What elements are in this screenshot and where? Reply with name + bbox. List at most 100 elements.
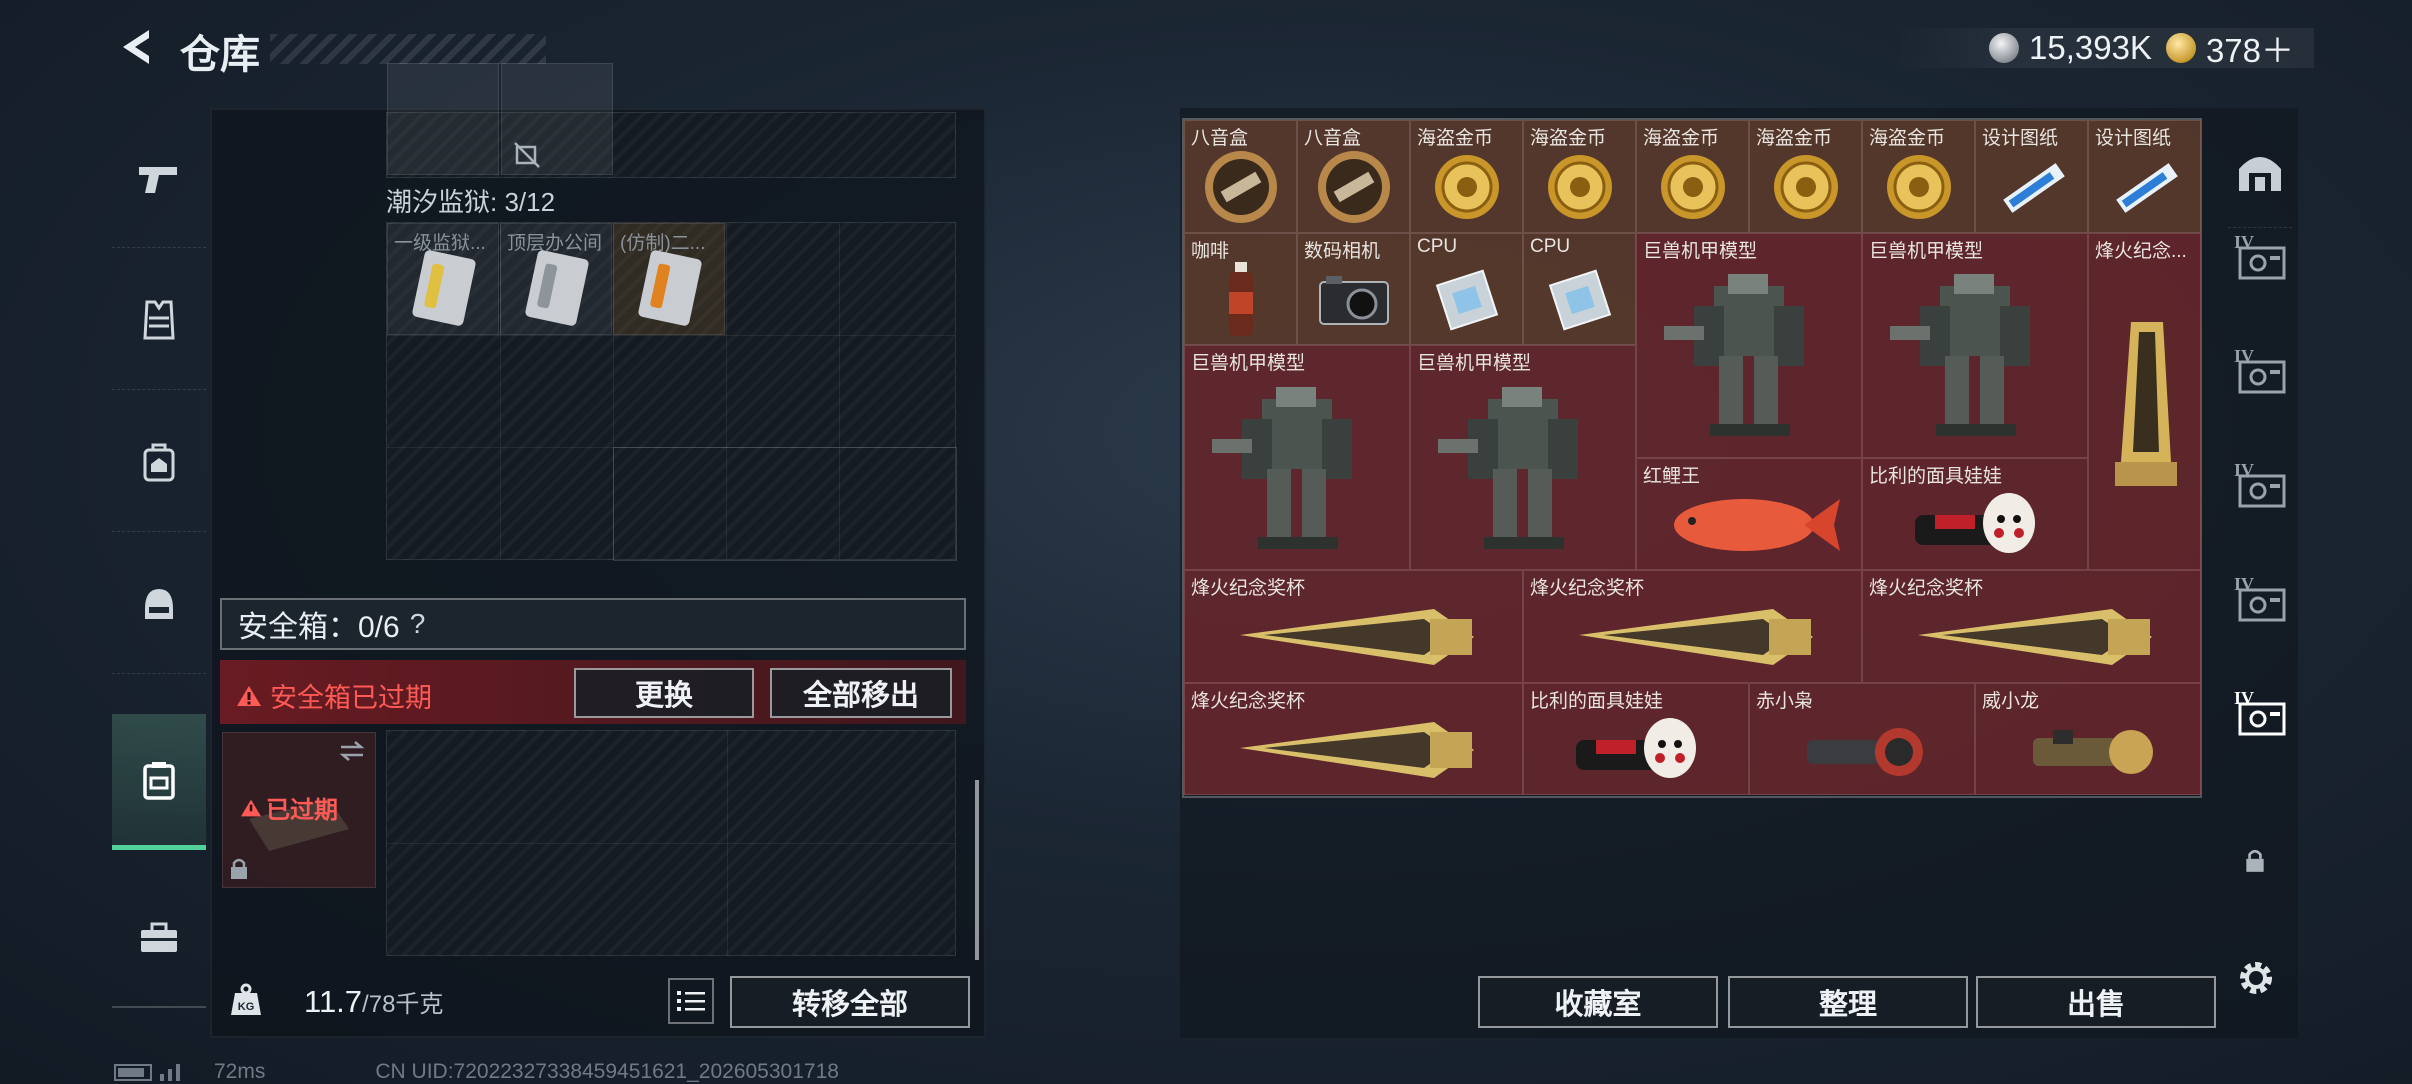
carry-weight: 11.7/78千克: [304, 984, 444, 1019]
stash-item-coffee[interactable]: 咖啡: [1184, 232, 1297, 345]
stash-page-1-tab[interactable]: IV: [2232, 230, 2292, 290]
stash-page-2-tab[interactable]: IV: [2232, 344, 2292, 404]
safebox-help-icon[interactable]: ?: [410, 608, 426, 640]
stash-item-coin[interactable]: 海盗金币: [1862, 120, 1975, 233]
keycard-item[interactable]: (仿制)二...: [613, 223, 725, 335]
fish-icon: [1637, 481, 1861, 570]
swap-icon: [339, 741, 365, 761]
backpack-icon: [143, 443, 175, 481]
container-item[interactable]: [387, 63, 499, 175]
cpu-icon: [1524, 256, 1635, 345]
list-icon: [677, 991, 705, 1011]
stash-item-trophy-h[interactable]: 烽火纪念奖杯: [1184, 570, 1523, 683]
stash-item-mech[interactable]: 巨兽机甲模型: [1410, 345, 1636, 570]
stash-item-trophy-h[interactable]: 烽火纪念奖杯: [1523, 570, 1862, 683]
trophy-h-icon: [1185, 706, 1522, 795]
replace-button[interactable]: 更换: [574, 668, 754, 718]
keycard-item[interactable]: 顶层办公间: [500, 223, 612, 335]
stash-item-mech[interactable]: 巨兽机甲模型: [1862, 232, 2088, 458]
stash-item-cpu[interactable]: CPU: [1523, 232, 1636, 345]
container-item[interactable]: [501, 63, 613, 175]
stash-item-trophy[interactable]: 烽火纪念...: [2088, 232, 2201, 570]
stash-item-blueprint[interactable]: 设计图纸: [1975, 120, 2088, 233]
stash-item-trophy-h[interactable]: 烽火纪念奖杯: [1184, 682, 1523, 795]
stash-item-musicbox[interactable]: 八音盒: [1184, 120, 1297, 233]
lock-icon: [2246, 849, 2264, 872]
stash-page-4-tab[interactable]: IV: [2232, 572, 2292, 632]
safe-room-icon: [2239, 156, 2281, 191]
equipment-category-nav: [112, 108, 206, 1010]
keycard-icon: [637, 249, 703, 327]
warning-icon: [241, 799, 261, 816]
stash-item-cpu[interactable]: CPU: [1410, 232, 1523, 345]
silver-amount: 15,393K: [2028, 29, 2152, 66]
stash-page-3-tab[interactable]: IV: [2232, 458, 2292, 518]
nav-safebox[interactable]: [112, 714, 206, 850]
keycard-icon: [524, 249, 590, 327]
safebox-capacity: 安全箱：0/6: [238, 611, 400, 644]
stash-page-icon: IV: [2234, 574, 2286, 622]
ping: 72ms: [214, 1060, 266, 1083]
nav-safe-room[interactable]: [2228, 118, 2292, 228]
list-view-button[interactable]: [668, 978, 714, 1024]
trophy-h-icon: [1524, 593, 1861, 682]
battery-signal-icon: [114, 1064, 180, 1081]
stash-item-doll[interactable]: 比利的面具娃娃: [1862, 457, 2088, 570]
transfer-all-button[interactable]: 转移全部: [730, 976, 970, 1028]
stash-item-fish[interactable]: 红鲤王: [1636, 457, 1862, 570]
doll-icon: [1863, 481, 2087, 570]
doll-icon: [1524, 706, 1748, 795]
stash-page-icon: IV: [2234, 346, 2286, 394]
status-footer: 72ms CN UID:72022327338459451621_2026053…: [114, 1060, 839, 1084]
nav-backpack[interactable]: [112, 392, 206, 532]
back-button[interactable]: [112, 24, 158, 70]
trophy-h-icon: [1863, 593, 2200, 682]
stash-item-coin[interactable]: 海盗金币: [1410, 120, 1523, 233]
settings-button[interactable]: [2234, 956, 2280, 1002]
coin-icon: [1411, 143, 1522, 232]
gear-icon: [2240, 962, 2272, 994]
collection-room-button[interactable]: 收藏室: [1478, 976, 1718, 1028]
stash-item-mech[interactable]: 巨兽机甲模型: [1184, 345, 1410, 570]
nav-toolbox[interactable]: [112, 868, 206, 1008]
coin-icon: [1637, 143, 1748, 232]
stash-item-mech[interactable]: 巨兽机甲模型: [1636, 232, 1862, 458]
move-all-out-button[interactable]: 全部移出: [770, 668, 952, 718]
pistol-icon: [139, 166, 177, 193]
blueprint-icon: [1976, 143, 2087, 232]
trophy-icon: [2089, 256, 2200, 570]
gold-currency[interactable]: 378＋: [2165, 24, 2294, 72]
stash-item-doll[interactable]: 比利的面具娃娃: [1523, 682, 1749, 795]
coin-icon: [1750, 143, 1861, 232]
stash-item-figure-gold[interactable]: 威小龙: [1975, 682, 2201, 795]
stash-item-trophy-h[interactable]: 烽火纪念奖杯: [1862, 570, 2201, 683]
safebox-header: 安全箱：0/6 ?: [220, 598, 966, 650]
tidal-prison-container-grid[interactable]: 一级监狱... 顶层办公间 (仿制)二...: [386, 222, 957, 561]
secure-expired-label: 已过期: [240, 790, 338, 825]
panel-scrollbar[interactable]: [975, 780, 979, 960]
stash-item-figure-red[interactable]: 赤小枭: [1749, 682, 1975, 795]
sell-button[interactable]: 出售: [1976, 976, 2216, 1028]
figure-gold-icon: [1976, 706, 2200, 795]
figure-red-icon: [1750, 706, 1974, 795]
keycard-item[interactable]: 一级监狱...: [387, 223, 499, 335]
upper-container-grid[interactable]: [386, 63, 956, 178]
secure-container-grid[interactable]: [386, 730, 956, 956]
locked-page-icon[interactable]: [2244, 848, 2276, 880]
sort-button[interactable]: 整理: [1728, 976, 1968, 1028]
camera-icon: [1298, 256, 1409, 345]
vest-icon: [143, 300, 175, 339]
stash-item-camera[interactable]: 数码相机: [1297, 232, 1410, 345]
safebox-expired-notice: 安全箱已过期: [236, 676, 432, 715]
stash-item-coin[interactable]: 海盗金币: [1636, 120, 1749, 233]
nav-armor[interactable]: [112, 250, 206, 390]
container-capacity-label: 潮汐监狱: 3/12: [386, 187, 556, 217]
nav-chest-rig[interactable]: [112, 534, 206, 674]
stash-item-coin[interactable]: 海盗金币: [1749, 120, 1862, 233]
stash-page-5-tab[interactable]: IV: [2232, 686, 2292, 746]
gold-amount: 378＋: [2205, 32, 2294, 69]
nav-weapon[interactable]: [112, 108, 206, 248]
stash-item-coin[interactable]: 海盗金币: [1523, 120, 1636, 233]
stash-item-blueprint[interactable]: 设计图纸: [2088, 120, 2201, 233]
stash-item-musicbox[interactable]: 八音盒: [1297, 120, 1410, 233]
